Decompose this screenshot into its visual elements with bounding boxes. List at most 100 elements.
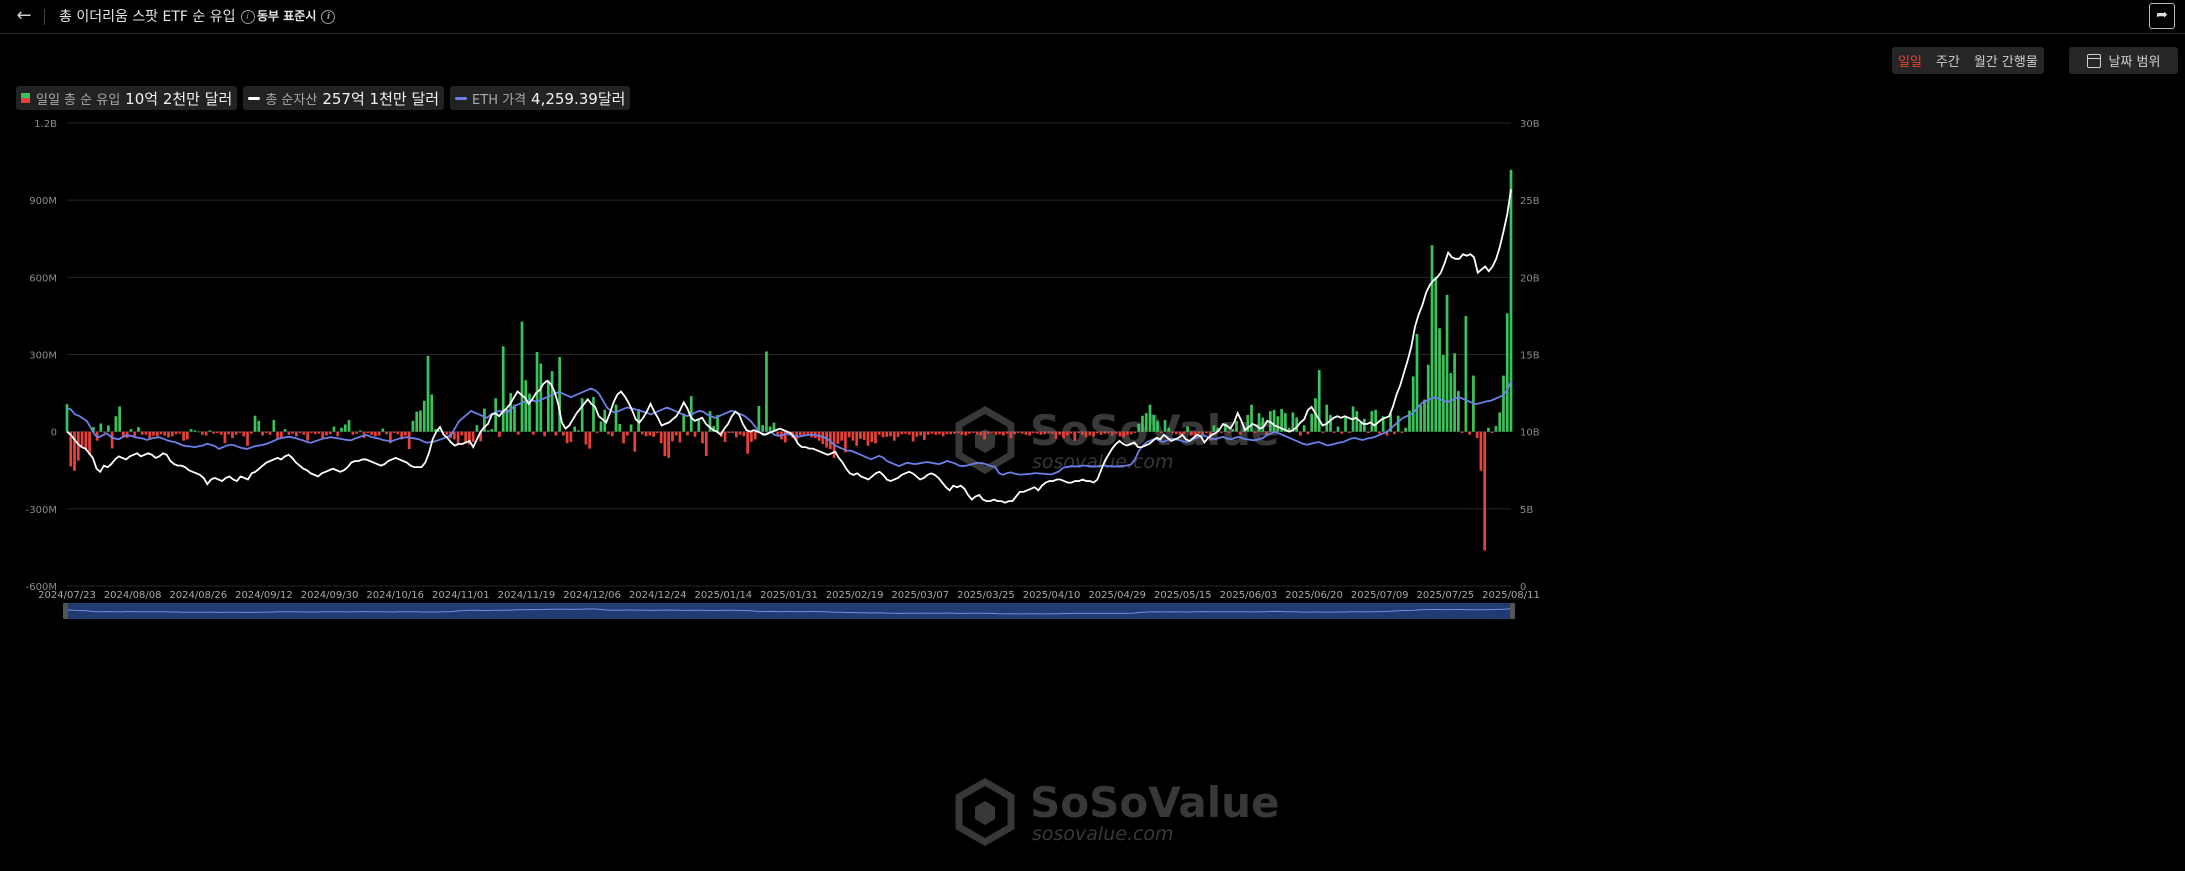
inflow-bar bbox=[103, 431, 106, 433]
inflow-bar bbox=[998, 431, 1001, 435]
inflow-bar bbox=[430, 394, 434, 432]
inflow-bar bbox=[219, 431, 223, 435]
inflow-bar bbox=[1088, 431, 1092, 436]
inflow-bar bbox=[584, 431, 588, 445]
inflow-bar bbox=[622, 431, 625, 444]
inflow-bar bbox=[885, 431, 889, 437]
x-tick-label: 2025/01/14 bbox=[695, 590, 753, 601]
inflow-bar bbox=[704, 431, 708, 457]
inflow-bar bbox=[404, 431, 407, 436]
inflow-bar bbox=[686, 431, 689, 436]
inflow-bar bbox=[1054, 431, 1058, 439]
navigator-track bbox=[67, 603, 1511, 619]
inflow-bar bbox=[840, 431, 843, 441]
inflow-bar bbox=[546, 380, 550, 432]
inflow-bar bbox=[697, 420, 701, 432]
inflow-bar bbox=[204, 431, 208, 436]
inflow-bar bbox=[1227, 431, 1231, 433]
inflow-bar bbox=[1103, 431, 1107, 434]
right-tick-label: 10B bbox=[1520, 428, 1540, 439]
inflow-bar bbox=[1340, 431, 1344, 434]
inflow-bar bbox=[302, 431, 306, 435]
inflow-bar bbox=[223, 431, 227, 444]
inflow-bar bbox=[911, 431, 915, 442]
inflow-bar bbox=[1344, 416, 1347, 432]
inflow-bar bbox=[422, 400, 426, 432]
inflow-bar bbox=[738, 431, 742, 435]
inflow-bar bbox=[257, 420, 261, 432]
inflow-bar bbox=[599, 421, 603, 432]
inflow-bar bbox=[543, 431, 546, 437]
inflow-bar bbox=[629, 424, 633, 432]
inflow-bar bbox=[1310, 413, 1314, 432]
inflow-bar bbox=[460, 431, 464, 436]
x-tick-label: 2025/01/31 bbox=[760, 590, 818, 601]
right-tick-label: 30B bbox=[1520, 119, 1540, 130]
inflow-bar bbox=[486, 430, 490, 432]
inflow-bar bbox=[1013, 431, 1016, 435]
inflow-bar bbox=[633, 431, 637, 452]
x-tick-label: 2024/11/19 bbox=[498, 590, 556, 601]
inflow-bar bbox=[1253, 431, 1257, 433]
x-tick-label: 2025/06/03 bbox=[1220, 590, 1278, 601]
inflow-bar bbox=[264, 431, 268, 433]
inflow-bar bbox=[1032, 431, 1035, 433]
inflow-bar bbox=[325, 431, 328, 436]
inflow-bar bbox=[1039, 431, 1043, 435]
inflow-bar bbox=[667, 431, 671, 458]
inflow-bar bbox=[407, 431, 411, 450]
x-tick-label: 2025/03/25 bbox=[957, 590, 1015, 601]
flow-chart[interactable]: SoSoValue sosovalue.com SoSoValue sosova… bbox=[0, 0, 2185, 871]
x-tick-label: 2025/06/20 bbox=[1285, 590, 1343, 601]
inflow-bar bbox=[152, 431, 155, 436]
inflow-bar bbox=[358, 430, 362, 432]
inflow-bar bbox=[1423, 399, 1426, 432]
inflow-bar bbox=[625, 431, 629, 436]
inflow-bar bbox=[866, 431, 870, 446]
inflow-bar bbox=[1404, 427, 1408, 432]
inflow-bar bbox=[735, 431, 738, 438]
x-axis: 2024/07/23 2024/08/08 2024/08/26 2024/09/12… bbox=[38, 590, 1540, 601]
navigator-handle-left[interactable] bbox=[63, 603, 68, 619]
inflow-bar bbox=[648, 431, 652, 436]
watermark-url: sosovalue.com bbox=[1032, 451, 1174, 473]
x-tick-label: 2024/08/08 bbox=[104, 590, 162, 601]
inflow-bar bbox=[1047, 431, 1050, 433]
inflow-bar bbox=[193, 430, 197, 432]
inflow-bar bbox=[182, 431, 185, 441]
inflow-bar bbox=[953, 431, 956, 434]
inflow-bar bbox=[994, 431, 998, 435]
inflow-bar bbox=[253, 415, 257, 432]
inflow-bar bbox=[847, 431, 851, 438]
inflow-bar bbox=[678, 431, 682, 443]
inflow-bar bbox=[1415, 333, 1419, 432]
inflow-bar bbox=[1502, 375, 1505, 432]
inflow-bar bbox=[1261, 417, 1265, 432]
inflow-bar bbox=[765, 351, 768, 432]
inflow-bar bbox=[907, 431, 911, 435]
inflow-bar bbox=[283, 429, 287, 432]
inflow-bar bbox=[246, 431, 249, 446]
inflow-bar bbox=[163, 431, 167, 436]
x-tick-label: 2024/09/12 bbox=[235, 590, 293, 601]
inflow-bar bbox=[1306, 431, 1310, 435]
inflow-bar bbox=[1400, 431, 1404, 433]
inflow-bar bbox=[1065, 431, 1069, 436]
inflow-bar bbox=[1017, 431, 1020, 433]
inflow-bar bbox=[607, 431, 610, 435]
inflow-bar bbox=[355, 431, 358, 434]
inflow-bar bbox=[1276, 416, 1280, 432]
watermark-url: sosovalue.com bbox=[1032, 823, 1174, 845]
inflow-bar bbox=[110, 431, 114, 449]
sosovalue-logo-icon bbox=[955, 777, 1015, 847]
inflow-bar bbox=[1362, 418, 1366, 432]
inflow-bar bbox=[659, 431, 663, 444]
inflow-bar bbox=[644, 431, 648, 437]
inflow-bar bbox=[1148, 404, 1152, 432]
inflow-bar bbox=[509, 393, 513, 432]
navigator-handle-right[interactable] bbox=[1510, 603, 1515, 619]
inflow-bar bbox=[1299, 431, 1302, 436]
inflow-bar bbox=[1505, 313, 1509, 432]
inflow-bar bbox=[385, 431, 388, 435]
x-tick-label: 2024/08/26 bbox=[169, 590, 227, 601]
